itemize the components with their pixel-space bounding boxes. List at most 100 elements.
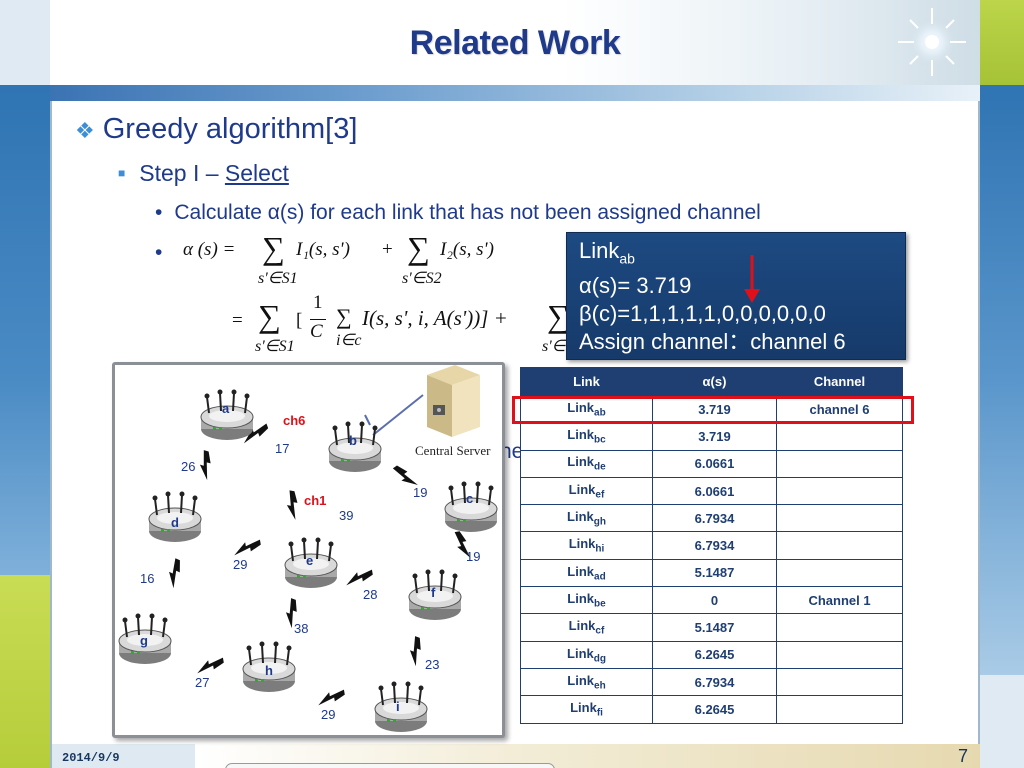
cell-channel — [776, 613, 903, 642]
formula-sub-s2: s'∈S2 — [402, 270, 442, 287]
node-label: b — [349, 433, 357, 448]
node-label: h — [265, 663, 273, 678]
footer-pill — [225, 763, 555, 768]
bullet-level2-underlined: Select — [224, 160, 289, 186]
down-arrow-icon — [744, 255, 760, 303]
channel-label: ch6 — [283, 413, 305, 428]
node-label: d — [171, 515, 179, 530]
left-divider — [50, 0, 52, 768]
edge-label: 28 — [363, 587, 377, 602]
formula2-inner-sub: i∈c — [336, 332, 362, 349]
cell-link: Linkhi — [520, 531, 653, 560]
column-header-channel: Channel — [776, 367, 903, 396]
server-icon — [427, 365, 480, 437]
table-row: Linkbc 3.719 — [520, 422, 903, 451]
formula-frac-num: 1 — [313, 292, 323, 313]
cell-link: Linkef — [520, 476, 653, 506]
formula-frac-den: C — [310, 321, 323, 342]
dot-bullet-icon: • — [155, 201, 163, 224]
edge-label: 29 — [321, 707, 335, 722]
table-row: Linkeh 6.7934 — [520, 667, 903, 697]
cell-alpha: 3.719 — [652, 422, 777, 451]
edge-label: 16 — [140, 571, 154, 586]
cell-link: Linkdg — [520, 640, 653, 669]
right-divider — [978, 0, 980, 768]
table-row: Linkad 5.1487 — [520, 558, 903, 588]
formula-term2: I₂(s, s') — [440, 239, 494, 260]
cell-link: Linkeh — [520, 667, 653, 697]
cell-channel: Channel 1 — [776, 586, 903, 615]
info-link-sub: ab — [619, 250, 635, 267]
cell-channel — [776, 449, 903, 478]
cell-link: Linkgh — [520, 504, 653, 533]
table-row: Linkgh 6.7934 — [520, 504, 903, 533]
edge-label: 19 — [413, 485, 427, 500]
table-row: Linkef 6.0661 — [520, 476, 903, 506]
edge-label: 19 — [466, 549, 480, 564]
page-number: 7 — [958, 746, 969, 766]
fraction-bar — [310, 319, 326, 320]
edge-label: 23 — [425, 657, 439, 672]
link-info-box: Linkab α(s)= 3.719 β(c)=1,1,1,1,1,0,0,0,… — [566, 232, 906, 360]
edge-label: 17 — [275, 441, 289, 456]
table-row: Linkde 6.0661 — [520, 449, 903, 478]
cell-link: Linkcf — [520, 613, 653, 642]
table-row: Linkhi 6.7934 — [520, 531, 903, 560]
cell-link: Linkad — [520, 558, 653, 588]
cell-alpha: 5.1487 — [652, 613, 777, 642]
formula-lhs: α (s) = — [183, 239, 236, 260]
channel-label: ch1 — [304, 493, 326, 508]
cell-alpha: 6.7934 — [652, 531, 777, 560]
edge-label: 26 — [181, 459, 195, 474]
bullet-level3: • Calculate α(s) for each link that has n… — [155, 201, 761, 225]
cell-channel — [776, 531, 903, 560]
formula-term1: I₁(s, s') — [296, 239, 350, 260]
cell-link: Linkbe — [520, 586, 653, 615]
highlight-box — [512, 396, 914, 424]
sum-icon: ∑ — [407, 230, 430, 266]
bullet-level2-prefix: Step I – — [139, 160, 225, 186]
sum-icon: ∑ — [258, 298, 281, 334]
node-label: f — [431, 585, 436, 600]
right-bar-bottom — [980, 675, 1024, 768]
router-node-icon — [444, 480, 498, 533]
dot-bullet-icon: • — [155, 241, 163, 264]
node-label: e — [306, 553, 313, 568]
table-row: Linkfi 6.2645 — [520, 695, 903, 724]
slide-title: Related Work — [409, 24, 621, 62]
cell-link: Linkbc — [520, 422, 653, 451]
cell-link: Linkde — [520, 449, 653, 478]
sum-icon: ∑ — [262, 230, 285, 266]
cell-alpha: 6.0661 — [652, 449, 777, 478]
right-bar-green — [980, 0, 1024, 85]
square-bullet-icon: ■ — [118, 166, 126, 180]
network-diagram: Central Server a b c d e f g h i 17 26 1… — [112, 362, 505, 738]
edge-label: 29 — [233, 557, 247, 572]
table-row: Linkdg 6.2645 — [520, 640, 903, 669]
left-bar-blue — [0, 85, 50, 575]
node-label: c — [466, 491, 473, 506]
table-row: Linkbe 0 Channel 1 — [520, 586, 903, 615]
cell-channel — [776, 476, 903, 506]
server-label: Central Server — [415, 443, 491, 458]
formula-eq: = — [232, 310, 243, 331]
cell-alpha: 0 — [652, 586, 777, 615]
info-link-label: Link — [579, 238, 620, 263]
cell-alpha: 6.2645 — [652, 695, 777, 724]
network-svg: Central Server a b c d e f g h i 17 26 1… — [118, 365, 498, 733]
bullet-level1-text: Greedy algorithm[3] — [102, 113, 358, 145]
formula-plus: + — [382, 239, 393, 260]
table-row: Linkcf 5.1487 — [520, 613, 903, 642]
node-label: g — [140, 633, 148, 648]
info-assign: Assign channel：channel 6 — [579, 329, 846, 355]
column-header-alpha: α(s) — [652, 367, 777, 396]
right-bar-blue — [980, 85, 1024, 675]
bullet-level3-formula: • — [155, 241, 162, 265]
cell-channel — [776, 422, 903, 451]
column-header-link: Link — [520, 367, 653, 396]
edge-label: 38 — [294, 621, 308, 636]
router-node-icon — [374, 680, 428, 733]
slide-date: 2014/9/9 — [62, 751, 120, 765]
cell-alpha: 6.2645 — [652, 640, 777, 669]
cell-alpha: 6.7934 — [652, 667, 777, 697]
